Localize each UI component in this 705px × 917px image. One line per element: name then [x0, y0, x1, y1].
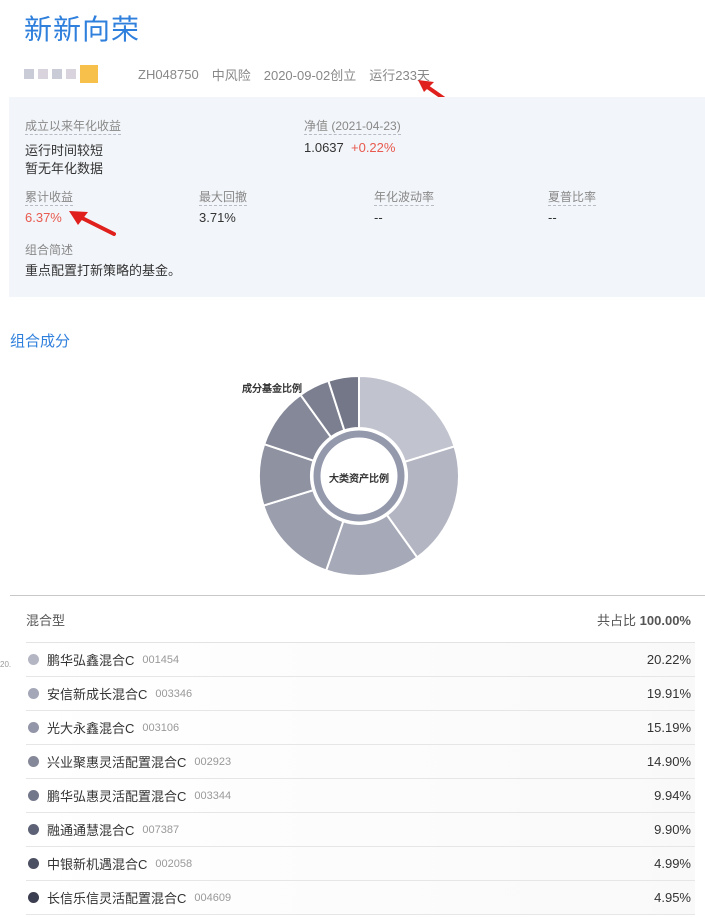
fund-share: 9.94%: [654, 788, 691, 803]
fund-code: 001454: [142, 653, 180, 666]
color-dot: [28, 654, 39, 665]
list-item[interactable]: 中银新机遇混合C 002058 4.99%: [26, 847, 695, 881]
color-dot: [28, 688, 39, 699]
fund-share: 4.99%: [654, 856, 691, 871]
max-drawdown-label[interactable]: 最大回撤: [199, 190, 248, 206]
composition-donut-chart[interactable]: 大类资产比例: [255, 372, 463, 580]
fund-name[interactable]: 光大永鑫混合C: [47, 718, 134, 737]
total-share: 共占比 100.00%: [597, 610, 691, 629]
avatar-pixel: [52, 69, 62, 79]
list-item[interactable]: 兴业聚惠灵活配置混合C 002923 14.90%: [26, 745, 695, 779]
fund-share: 15.19%: [646, 720, 691, 735]
color-dot: [28, 824, 39, 835]
created-date: 2020-09-02创立: [263, 67, 357, 83]
portfolio-code: ZH048750: [138, 66, 199, 82]
portfolio-title: 新新向荣: [24, 14, 141, 45]
avatar-pixel: [66, 69, 76, 79]
portfolio-meta: ZH048750 中风险 2020-09-02创立 运行233天: [24, 62, 443, 86]
fund-name[interactable]: 中银新机遇混合C: [47, 854, 147, 873]
total-share-label: 共占比: [597, 612, 637, 628]
fund-name[interactable]: 鹏华弘惠灵活配置混合C: [47, 786, 186, 805]
composition-title: 组合成分: [10, 333, 71, 350]
list-item[interactable]: 鹏华弘鑫混合C 001454 20.22%: [26, 643, 695, 677]
fund-code: 002058: [155, 857, 193, 870]
volatility-label[interactable]: 年化波动率: [374, 190, 435, 206]
stats-panel: 成立以来年化收益 运行时间较短 暂无年化数据 净值 (2021-04-23) 1…: [9, 97, 705, 297]
red-arrow-icon: [69, 211, 116, 236]
fund-name[interactable]: 兴业聚惠灵活配置混合C: [47, 752, 186, 771]
fund-name[interactable]: 鹏华弘鑫混合C: [47, 650, 134, 669]
max-drawdown-value: 3.71%: [199, 210, 236, 225]
list-header: 混合型 共占比 100.00%: [10, 596, 705, 642]
list-item[interactable]: 安信新成长混合C 003346 19.91%: [26, 677, 695, 711]
nav-value: 1.0637: [304, 140, 344, 155]
nav-value-line: 1.0637 +0.22%: [304, 139, 395, 156]
color-dot: [28, 756, 39, 767]
fund-name[interactable]: 长信乐信灵活配置混合C: [47, 888, 186, 907]
avatar-pixel: [38, 69, 48, 79]
fund-code: 002923: [194, 755, 232, 768]
nav-change: +0.22%: [351, 140, 396, 155]
color-dot: [28, 722, 39, 733]
fund-list: 混合型 共占比 100.00% 鹏华弘鑫混合C 001454 20.22% 安信新成长…: [10, 595, 705, 915]
sharpe-value: --: [548, 210, 557, 225]
description-text: 重点配置打新策略的基金。: [25, 263, 182, 278]
description-label: 组合简述: [25, 243, 74, 257]
avatar[interactable]: [24, 63, 104, 85]
side-mark: 20.: [0, 660, 12, 669]
fund-code: 003346: [155, 687, 193, 700]
fund-code: 007387: [142, 823, 180, 836]
fund-name[interactable]: 安信新成长混合C: [47, 684, 147, 703]
color-dot: [28, 892, 39, 903]
fund-share: 14.90%: [646, 754, 691, 769]
cumulative-return-label[interactable]: 累计收益: [25, 190, 74, 206]
fund-share: 9.90%: [654, 822, 691, 837]
sharpe-label[interactable]: 夏普比率: [548, 190, 597, 206]
list-item[interactable]: 光大永鑫混合C 003106 15.19%: [26, 711, 695, 745]
fund-share: 19.91%: [646, 686, 691, 701]
nav-label[interactable]: 净值 (2021-04-23): [304, 119, 401, 135]
avatar-pixel: [24, 69, 34, 79]
avatar-badge: [80, 65, 98, 83]
annualized-return-label[interactable]: 成立以来年化收益: [25, 119, 122, 135]
total-share-value: 100.00%: [639, 612, 691, 628]
fund-name[interactable]: 融通通慧混合C: [47, 820, 134, 839]
color-dot: [28, 790, 39, 801]
color-dot: [28, 858, 39, 869]
volatility-value: --: [374, 210, 383, 225]
list-item[interactable]: 鹏华弘惠灵活配置混合C 003344 9.94%: [26, 779, 695, 813]
fund-code: 004609: [194, 891, 232, 904]
fund-share: 20.22%: [646, 652, 691, 667]
fund-code: 003106: [142, 721, 180, 734]
category-label: 混合型: [26, 612, 66, 628]
risk-level: 中风险: [211, 67, 251, 83]
fund-rows: 鹏华弘鑫混合C 001454 20.22% 安信新成长混合C 003346 19.91% 光…: [26, 642, 695, 915]
annualized-note-line2: 暂无年化数据: [25, 161, 104, 176]
fund-share: 4.95%: [654, 890, 691, 905]
annualized-note-line1: 运行时间较短: [25, 143, 104, 158]
list-item[interactable]: 长信乐信灵活配置混合C 004609 4.95%: [26, 881, 695, 915]
fund-code: 003344: [194, 789, 232, 802]
cumulative-return-value: 6.37%: [25, 210, 62, 225]
inner-ring-label: 大类资产比例: [329, 474, 389, 485]
list-item[interactable]: 融通通慧混合C 007387 9.90%: [26, 813, 695, 847]
